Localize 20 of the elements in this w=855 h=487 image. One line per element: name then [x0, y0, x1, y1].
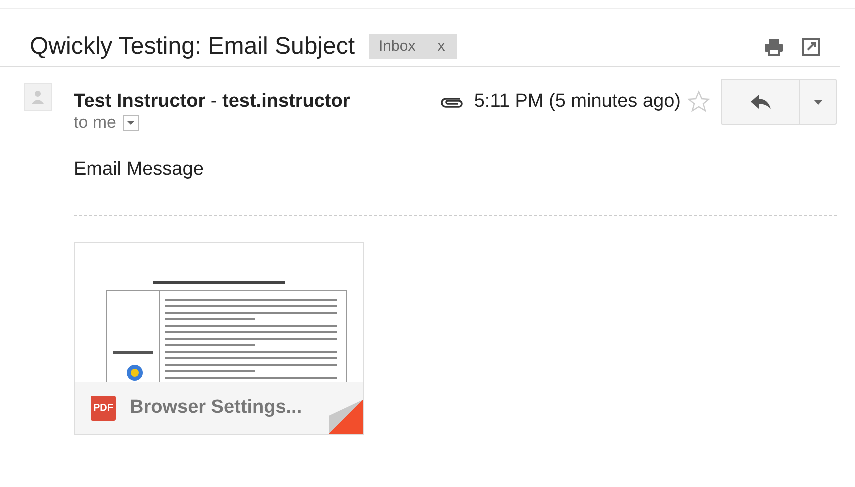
folded-corner-icon: [329, 400, 363, 434]
message-body: Email Message: [74, 159, 205, 181]
remove-label-button[interactable]: x: [438, 38, 446, 55]
print-icon[interactable]: [764, 38, 784, 56]
sender-name: Test Instructor - test.instructor: [74, 91, 350, 113]
avatar-icon: [24, 83, 52, 111]
recipient-text: to me: [74, 113, 117, 133]
reply-icon: [750, 94, 772, 110]
email-subject: Qwickly Testing: Email Subject: [30, 32, 356, 60]
attachment-name: Browser Settings...: [130, 397, 302, 419]
label-tag[interactable]: Inbox x: [369, 34, 458, 59]
timestamp: 5:11 PM (5 minutes ago): [474, 91, 681, 113]
details-dropdown[interactable]: [122, 115, 139, 131]
attachment-card[interactable]: PDF Browser Settings...: [74, 242, 364, 435]
label-name: Inbox: [379, 38, 416, 55]
caret-icon: [126, 121, 135, 125]
caret-icon: [814, 100, 822, 104]
new-window-icon[interactable]: [802, 38, 820, 56]
pdf-icon: PDF: [91, 396, 116, 420]
star-icon[interactable]: [687, 90, 711, 114]
